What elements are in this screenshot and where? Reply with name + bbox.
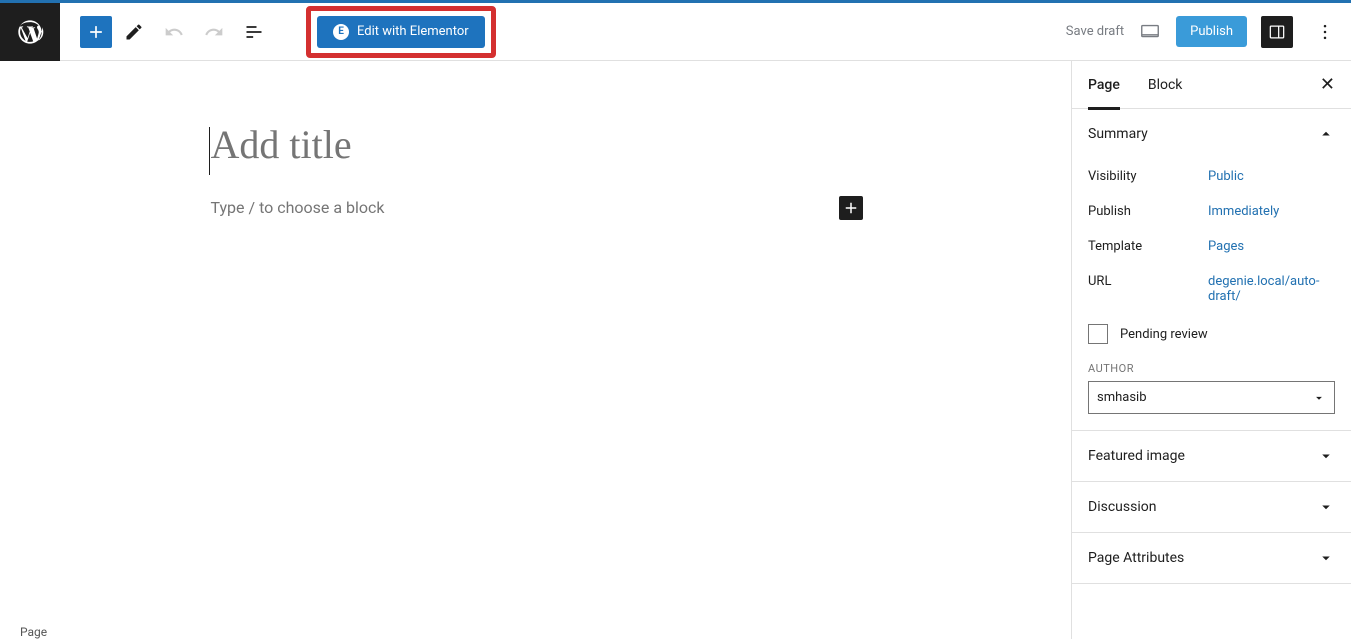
toolbar-right: Save draft Publish bbox=[1066, 14, 1351, 50]
page-attributes-panel: Page Attributes bbox=[1072, 533, 1351, 584]
kebab-icon bbox=[1315, 22, 1335, 42]
url-value[interactable]: degenie.local/auto-draft/ bbox=[1208, 274, 1335, 304]
redo-icon bbox=[204, 22, 224, 42]
template-row: Template Pages bbox=[1088, 229, 1335, 264]
edit-mode-button[interactable] bbox=[116, 14, 152, 50]
author-label: AUTHOR bbox=[1088, 354, 1335, 381]
elementor-icon: E bbox=[333, 24, 349, 40]
undo-button[interactable] bbox=[156, 14, 192, 50]
toolbar-left: E Edit with Elementor bbox=[60, 6, 496, 58]
page-attributes-header[interactable]: Page Attributes bbox=[1072, 533, 1351, 583]
plus-icon bbox=[86, 22, 106, 42]
summary-header[interactable]: Summary bbox=[1072, 109, 1351, 159]
close-sidebar-button[interactable]: ✕ bbox=[1320, 74, 1335, 95]
desktop-icon bbox=[1139, 21, 1161, 43]
template-value[interactable]: Pages bbox=[1208, 239, 1335, 254]
featured-image-label: Featured image bbox=[1088, 448, 1185, 464]
page-attributes-label: Page Attributes bbox=[1088, 550, 1184, 566]
main-area: Type / to choose a block Page Block ✕ Su… bbox=[0, 61, 1351, 639]
title-input[interactable] bbox=[211, 121, 861, 168]
list-view-icon bbox=[244, 22, 264, 42]
pending-review-row: Pending review bbox=[1088, 314, 1335, 354]
preview-button[interactable] bbox=[1138, 20, 1162, 44]
document-overview-button[interactable] bbox=[236, 14, 272, 50]
author-select[interactable]: smhasib bbox=[1088, 381, 1335, 414]
options-menu-button[interactable] bbox=[1307, 14, 1343, 50]
author-value: smhasib bbox=[1097, 390, 1147, 405]
tab-block[interactable]: Block bbox=[1148, 61, 1183, 109]
editor-canvas: Type / to choose a block bbox=[0, 61, 1071, 639]
elementor-label: Edit with Elementor bbox=[357, 24, 469, 39]
pending-review-checkbox[interactable] bbox=[1088, 324, 1108, 344]
title-area bbox=[211, 121, 861, 168]
publish-row: Publish Immediately bbox=[1088, 194, 1335, 229]
chevron-down-icon bbox=[1317, 447, 1335, 465]
url-row: URL degenie.local/auto-draft/ bbox=[1088, 264, 1335, 314]
template-label: Template bbox=[1088, 239, 1208, 254]
chevron-down-icon bbox=[1312, 391, 1326, 405]
chevron-up-icon bbox=[1317, 125, 1335, 143]
wordpress-logo[interactable] bbox=[0, 3, 60, 61]
elementor-highlight: E Edit with Elementor bbox=[306, 6, 496, 58]
redo-button[interactable] bbox=[196, 14, 232, 50]
visibility-row: Visibility Public bbox=[1088, 159, 1335, 194]
visibility-label: Visibility bbox=[1088, 169, 1208, 184]
footer-breadcrumb: Page bbox=[20, 625, 47, 639]
chevron-down-icon bbox=[1317, 498, 1335, 516]
content-placeholder[interactable]: Type / to choose a block bbox=[211, 198, 385, 217]
discussion-label: Discussion bbox=[1088, 499, 1156, 515]
add-block-button[interactable] bbox=[80, 16, 112, 48]
content-area: Type / to choose a block bbox=[211, 198, 861, 217]
publish-value[interactable]: Immediately bbox=[1208, 204, 1335, 219]
pencil-icon bbox=[124, 22, 144, 42]
discussion-header[interactable]: Discussion bbox=[1072, 482, 1351, 532]
edit-with-elementor-button[interactable]: E Edit with Elementor bbox=[317, 16, 485, 48]
plus-icon bbox=[842, 199, 860, 217]
sidebar-tabs: Page Block ✕ bbox=[1072, 61, 1351, 109]
undo-icon bbox=[164, 22, 184, 42]
top-toolbar: E Edit with Elementor Save draft Publish bbox=[0, 0, 1351, 61]
add-block-inline-button[interactable] bbox=[839, 196, 863, 220]
save-draft-button[interactable]: Save draft bbox=[1066, 24, 1124, 39]
pending-review-label: Pending review bbox=[1120, 327, 1208, 342]
publish-button[interactable]: Publish bbox=[1176, 16, 1247, 47]
chevron-down-icon bbox=[1317, 549, 1335, 567]
summary-panel: Summary Visibility Public Publish Immedi… bbox=[1072, 109, 1351, 431]
featured-image-header[interactable]: Featured image bbox=[1072, 431, 1351, 481]
settings-toggle-button[interactable] bbox=[1261, 16, 1293, 48]
tab-page[interactable]: Page bbox=[1088, 61, 1120, 109]
publish-label: Publish bbox=[1088, 204, 1208, 219]
summary-heading: Summary bbox=[1088, 126, 1148, 142]
settings-sidebar: Page Block ✕ Summary Visibility Public P… bbox=[1071, 61, 1351, 639]
discussion-panel: Discussion bbox=[1072, 482, 1351, 533]
visibility-value[interactable]: Public bbox=[1208, 169, 1335, 184]
text-cursor bbox=[209, 127, 210, 175]
url-label: URL bbox=[1088, 274, 1208, 304]
wordpress-icon bbox=[16, 18, 44, 46]
summary-body: Visibility Public Publish Immediately Te… bbox=[1072, 159, 1351, 430]
featured-image-panel: Featured image bbox=[1072, 431, 1351, 482]
sidebar-icon bbox=[1267, 22, 1287, 42]
